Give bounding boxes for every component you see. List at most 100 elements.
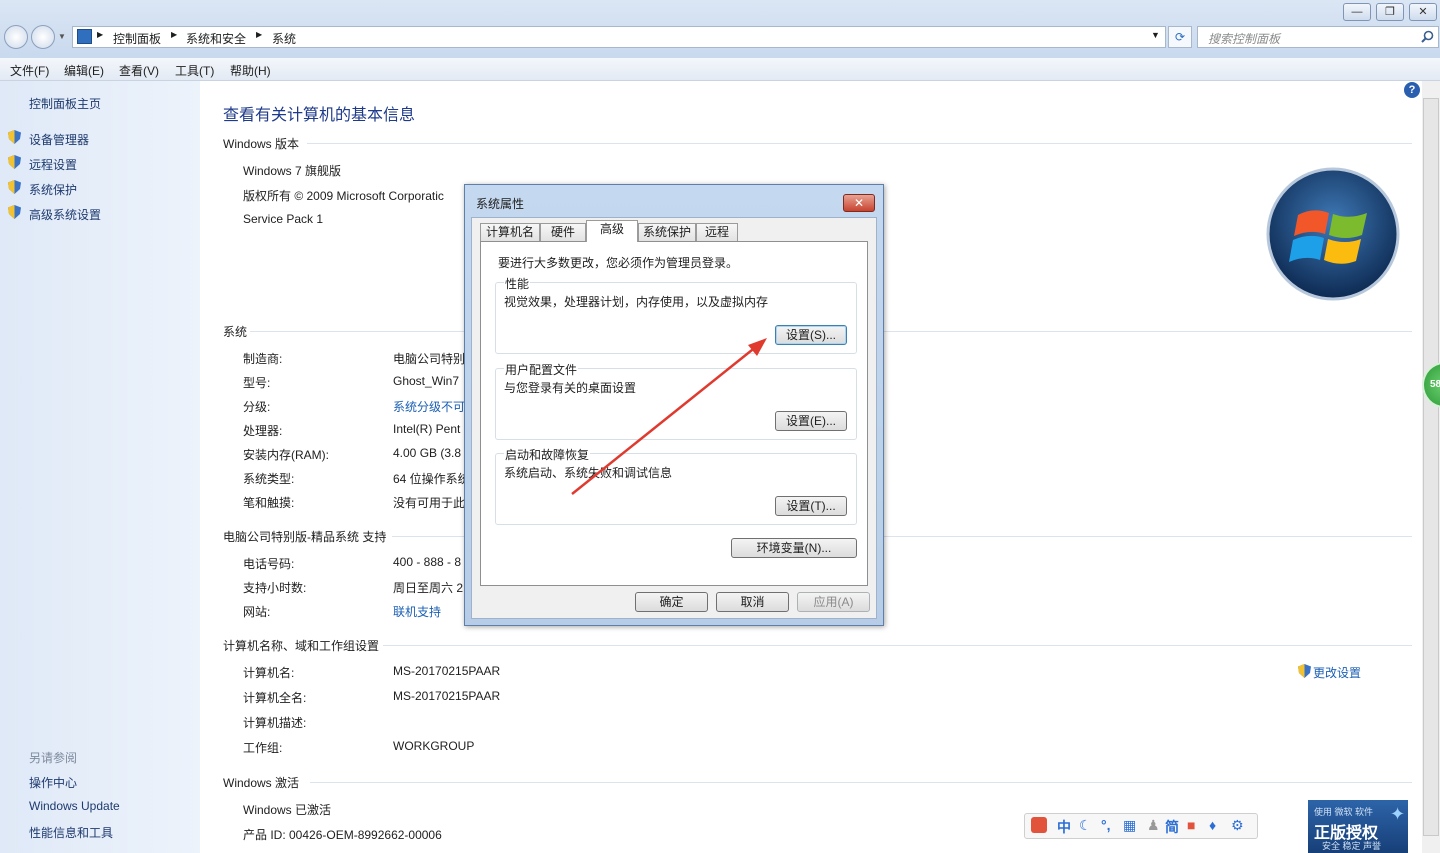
search-placeholder: 搜索控制面板	[1208, 32, 1281, 46]
dialog-close-button[interactable]: ✕	[843, 194, 875, 212]
sogou-logo-icon[interactable]	[1031, 817, 1047, 833]
service-pack-value: Service Pack 1	[243, 212, 324, 226]
system-protection-link[interactable]: 系统保护	[29, 181, 77, 198]
windows-update-link[interactable]: Windows Update	[29, 799, 120, 813]
cancel-button[interactable]: 取消	[716, 592, 789, 612]
scrollbar-thumb[interactable]	[1423, 98, 1439, 836]
startup-recovery-title: 启动和故障恢复	[504, 446, 591, 463]
workgroup-label: 工作组:	[243, 741, 283, 755]
tab-system-protection[interactable]: 系统保护	[638, 223, 696, 241]
computer-name-heading: 计算机名称、域和工作组设置	[223, 639, 380, 653]
search-icon[interactable]	[1421, 30, 1434, 43]
computer-full-name-label: 计算机全名:	[243, 691, 307, 705]
apply-button[interactable]: 应用(A)	[797, 592, 870, 612]
tab-remote[interactable]: 远程	[696, 223, 738, 241]
restore-button[interactable]: ❐	[1376, 3, 1404, 21]
support-value: 周日至周六 2	[393, 581, 464, 595]
system-label: 分级:	[243, 400, 271, 414]
menu-edit[interactable]: 编辑(E)	[64, 62, 104, 79]
advanced-system-settings-link[interactable]: 高级系统设置	[29, 206, 101, 223]
genuine-software-badge: 使用 微软 软件 正版授权 安全 稳定 声誉 ✦	[1308, 800, 1408, 853]
back-button[interactable]	[4, 25, 28, 49]
performance-title: 性能	[504, 275, 531, 292]
computer-name-label: 计算机名:	[243, 666, 295, 680]
skin-icon[interactable]: ♦	[1209, 817, 1216, 833]
left-navigation-panel: 控制面板主页 设备管理器 远程设置 系统保护 高级系统设置 另请参阅 操作中心 …	[0, 81, 200, 853]
divider	[310, 782, 1412, 783]
online-support-link[interactable]: 联机支持	[393, 603, 441, 620]
window-titlebar: — ❐ ✕ ▼ ▶ 控制面板 ▶ 系统和安全 ▶ 系统 ▼ ⟳ 搜索控制面板	[0, 0, 1440, 58]
startup-recovery-settings-button[interactable]: 设置(T)...	[775, 496, 847, 516]
close-window-button[interactable]: ✕	[1409, 3, 1437, 21]
dialog-body: 计算机名 硬件 高级 系统保护 远程 要进行大多数更改，您必须作为管理员登录。 …	[471, 217, 877, 619]
keyboard-icon[interactable]: ▦	[1123, 817, 1136, 834]
gear-icon[interactable]: ⚙	[1231, 817, 1244, 834]
support-label: 网站:	[243, 605, 271, 619]
page-title: 查看有关计算机的基本信息	[223, 107, 416, 124]
action-center-link[interactable]: 操作中心	[29, 774, 77, 791]
breadcrumb-system[interactable]: 系统	[272, 30, 296, 47]
menu-help[interactable]: 帮助(H)	[230, 62, 271, 79]
address-bar[interactable]: ▶ 控制面板 ▶ 系统和安全 ▶ 系统 ▼	[72, 26, 1166, 48]
breadcrumb-control-panel[interactable]: 控制面板	[113, 30, 161, 47]
system-label: 型号:	[243, 376, 271, 390]
change-settings-link[interactable]: 更改设置	[1313, 664, 1361, 681]
breadcrumb-system-security[interactable]: 系统和安全	[186, 30, 246, 47]
environment-variables-button[interactable]: 环境变量(N)...	[731, 538, 857, 558]
performance-settings-button[interactable]: 设置(S)...	[775, 325, 847, 345]
ime-chinese-mode[interactable]: 中	[1057, 817, 1071, 837]
tab-hardware[interactable]: 硬件	[540, 223, 586, 241]
performance-tools-link[interactable]: 性能信息和工具	[29, 824, 113, 841]
minimize-button[interactable]: —	[1343, 3, 1371, 21]
divider	[383, 645, 1412, 646]
system-label: 笔和触摸:	[243, 496, 295, 510]
video-icon[interactable]: ■	[1187, 817, 1195, 833]
ok-button[interactable]: 确定	[635, 592, 708, 612]
search-input[interactable]: 搜索控制面板	[1197, 26, 1439, 48]
system-label: 系统类型:	[243, 472, 295, 486]
ime-toolbar: 中 ☾ °, ▦ ♟ 简 ■ ♦ ⚙	[1024, 813, 1258, 839]
breadcrumb-separator-icon: ▶	[256, 30, 263, 39]
system-label: 处理器:	[243, 424, 283, 438]
menu-tools[interactable]: 工具(T)	[175, 62, 214, 79]
user-icon[interactable]: ♟	[1147, 817, 1160, 834]
forward-button[interactable]	[31, 25, 55, 49]
performance-desc: 视觉效果，处理器计划，内存使用，以及虚拟内存	[504, 295, 769, 309]
tab-advanced[interactable]: 高级	[586, 220, 638, 242]
control-panel-home-link[interactable]: 控制面板主页	[29, 95, 101, 112]
divider	[307, 143, 1412, 144]
ime-simplified-mode[interactable]: 简	[1165, 817, 1179, 837]
help-icon[interactable]: ?	[1404, 82, 1420, 98]
user-profiles-desc: 与您登录有关的桌面设置	[504, 381, 637, 395]
remote-settings-link[interactable]: 远程设置	[29, 156, 77, 173]
support-label: 电话号码:	[243, 557, 295, 571]
menu-bar: 文件(F) 编辑(E) 查看(V) 工具(T) 帮助(H)	[0, 58, 1440, 81]
system-label: 安装内存(RAM):	[243, 448, 329, 462]
refresh-icon[interactable]: ⟳	[1168, 26, 1192, 48]
dialog-title: 系统属性	[476, 197, 525, 211]
address-dropdown-icon[interactable]: ▼	[1151, 30, 1160, 40]
system-value: 电脑公司特别	[393, 352, 466, 366]
breadcrumb-separator-icon: ▶	[171, 30, 178, 39]
shield-icon	[8, 155, 21, 169]
tab-computer-name[interactable]: 计算机名	[480, 223, 540, 241]
menu-file[interactable]: 文件(F)	[10, 62, 49, 79]
user-profiles-settings-button[interactable]: 设置(E)...	[775, 411, 847, 431]
punctuation-icon[interactable]: °,	[1101, 817, 1111, 833]
shield-icon	[8, 180, 21, 194]
moon-icon[interactable]: ☾	[1079, 817, 1092, 834]
device-manager-link[interactable]: 设备管理器	[29, 131, 89, 148]
system-value: 64 位操作系统	[393, 472, 470, 486]
support-value: 400 - 888 - 8	[393, 555, 462, 569]
computer-name-value: MS-20170215PAAR	[393, 664, 501, 678]
activation-status: Windows 已激活	[243, 803, 332, 817]
recent-pages-dropdown-icon[interactable]: ▼	[58, 32, 66, 41]
rating-link[interactable]: 系统分级不可	[393, 398, 465, 415]
edition-value: Windows 7 旗舰版	[243, 164, 342, 178]
user-profiles-group: 用户配置文件 与您登录有关的桌面设置 设置(E)...	[495, 361, 857, 440]
star-icon: ✦	[1390, 804, 1406, 824]
control-panel-icon	[77, 29, 92, 44]
support-label: 支持小时数:	[243, 581, 307, 595]
windows-logo-icon	[1266, 167, 1400, 301]
menu-view[interactable]: 查看(V)	[119, 62, 159, 79]
